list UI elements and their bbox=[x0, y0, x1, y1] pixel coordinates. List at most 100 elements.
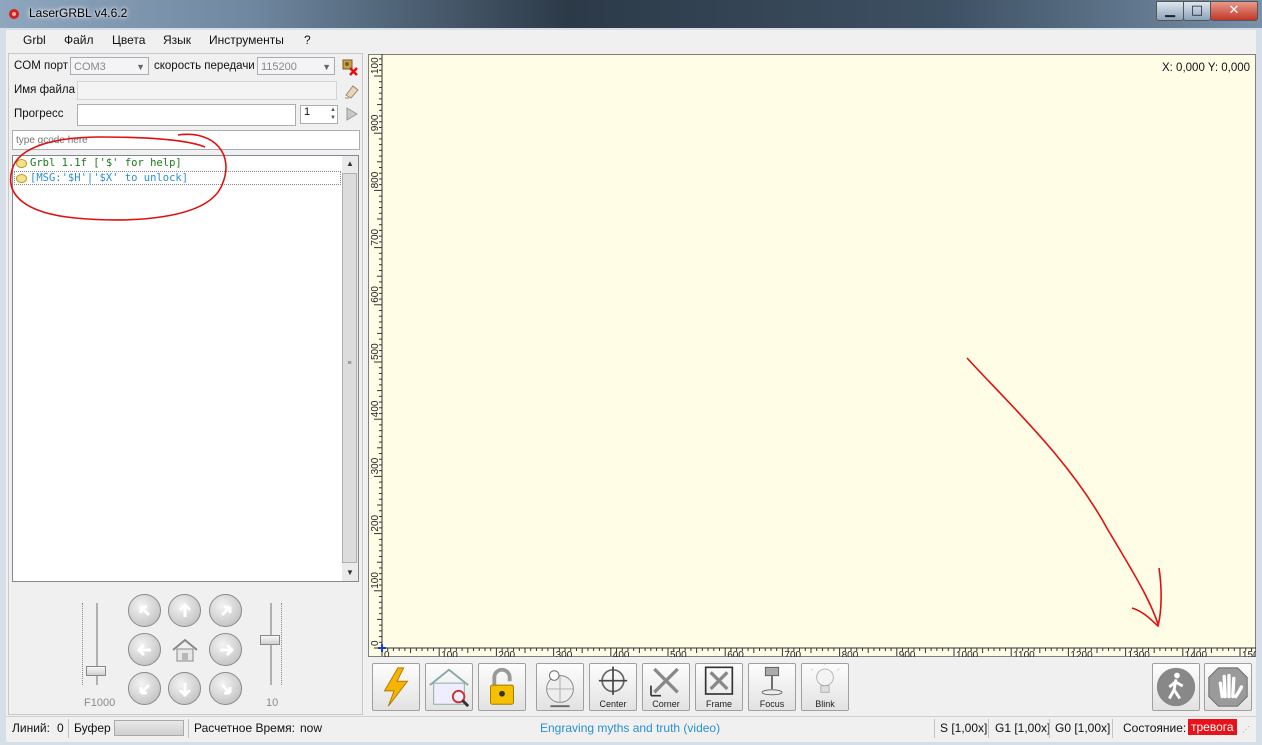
status-separator bbox=[188, 719, 189, 738]
maximize-button[interactable]: □ bbox=[1183, 1, 1211, 21]
jog-home-button[interactable] bbox=[168, 633, 201, 666]
stop-hand-icon bbox=[1208, 667, 1248, 707]
estimated-time-label: Расчетное Время: bbox=[194, 721, 295, 735]
lightning-icon bbox=[383, 667, 409, 707]
disconnect-icon[interactable] bbox=[340, 57, 360, 77]
console-log[interactable] bbox=[12, 155, 359, 582]
padlock-icon bbox=[490, 667, 514, 705]
estimated-time-value: now bbox=[300, 721, 323, 735]
status-separator bbox=[934, 719, 935, 738]
blink-button[interactable]: Blink bbox=[801, 663, 849, 711]
center-button[interactable]: Center bbox=[589, 663, 637, 711]
walk-button[interactable] bbox=[1152, 663, 1200, 711]
title-bar[interactable] bbox=[0, 0, 1262, 28]
frame-icon bbox=[704, 666, 734, 695]
walking-person-icon bbox=[1156, 667, 1196, 707]
g1-override[interactable]: G1 [1,00x] bbox=[995, 721, 1050, 735]
arrow-down-icon bbox=[178, 682, 191, 697]
file-name-field[interactable] bbox=[77, 81, 337, 100]
frame-button[interactable]: Frame bbox=[695, 663, 743, 711]
baud-rate-select[interactable]: 115200 ▼ bbox=[257, 57, 335, 75]
y-tick-label: 0 bbox=[370, 640, 381, 646]
lightbulb-icon bbox=[810, 664, 840, 693]
passes-value: 1 bbox=[304, 106, 311, 118]
feed-slider-thumb[interactable] bbox=[86, 666, 106, 677]
progress-label: Прогресс bbox=[14, 108, 64, 120]
x-tick-label: 1400 bbox=[1185, 650, 1208, 657]
lines-label: Линий: bbox=[12, 721, 50, 735]
minimize-button[interactable]: ▁ bbox=[1156, 1, 1184, 21]
x-tick-label: 800 bbox=[842, 650, 859, 657]
jog-up-left-button[interactable] bbox=[128, 594, 161, 627]
x-tick-label: 0 bbox=[384, 650, 390, 657]
run-play-icon[interactable] bbox=[344, 106, 360, 122]
y-tick-label: 700 bbox=[370, 228, 381, 245]
menu-colors[interactable]: Цвета bbox=[110, 33, 147, 47]
arrow-left-icon bbox=[136, 643, 151, 656]
homing-button[interactable] bbox=[425, 663, 473, 711]
s-override[interactable]: S [1,00x] bbox=[940, 721, 987, 735]
jog-down-left-button[interactable] bbox=[128, 672, 161, 705]
scroll-up-icon[interactable]: ▲ bbox=[342, 156, 358, 172]
passes-stepper[interactable]: 1 ▲ ▼ bbox=[300, 105, 338, 124]
status-separator bbox=[988, 719, 989, 738]
x-tick-label: 1000 bbox=[956, 650, 979, 657]
engraving-video-link[interactable]: Engraving myths and truth (video) bbox=[540, 721, 720, 735]
stepper-arrows-icon[interactable]: ▲ ▼ bbox=[330, 106, 336, 122]
globe-pin-icon bbox=[546, 670, 574, 708]
x-tick-label: 150 bbox=[1242, 650, 1256, 657]
menu-bar bbox=[6, 30, 1256, 52]
menu-file[interactable]: Файл bbox=[62, 33, 96, 47]
focus-icon bbox=[761, 666, 783, 696]
arrow-right-icon bbox=[219, 643, 234, 656]
abort-button[interactable] bbox=[1204, 663, 1252, 711]
y-tick-label: 500 bbox=[370, 343, 381, 360]
open-file-icon[interactable] bbox=[343, 82, 361, 100]
jog-left-button[interactable] bbox=[128, 633, 161, 666]
y-tick-label: 100 bbox=[370, 57, 381, 74]
menu-language[interactable]: Язык bbox=[161, 33, 193, 47]
focus-button[interactable]: Focus bbox=[748, 663, 796, 711]
jog-down-button[interactable] bbox=[168, 672, 201, 705]
progress-bar bbox=[77, 104, 296, 126]
connect-button[interactable] bbox=[372, 663, 420, 711]
message-icon bbox=[16, 159, 27, 168]
menu-tools[interactable]: Инструменты bbox=[207, 33, 286, 47]
chevron-down-icon: ▼ bbox=[322, 62, 331, 72]
go-to-origin-button[interactable] bbox=[536, 663, 584, 711]
baud-rate-value: 115200 bbox=[261, 61, 297, 73]
gcode-input[interactable] bbox=[12, 130, 360, 150]
state-label: Состояние: bbox=[1123, 721, 1187, 735]
jog-down-right-button[interactable] bbox=[209, 672, 242, 705]
baud-rate-label: скорость передачи bbox=[154, 60, 255, 72]
laser-app-icon bbox=[9, 9, 19, 19]
g0-override[interactable]: G0 [1,00x] bbox=[1055, 721, 1110, 735]
buffer-label: Буфер bbox=[74, 721, 111, 735]
window-title: LaserGRBL v4.6.2 bbox=[29, 6, 128, 20]
resize-grip-icon[interactable]: ⋰ bbox=[1242, 726, 1254, 740]
x-tick-label: 200 bbox=[498, 650, 515, 657]
step-slider-thumb[interactable] bbox=[260, 635, 280, 646]
x-tick-label: 100 bbox=[441, 650, 458, 657]
close-button[interactable]: ✕ bbox=[1210, 1, 1258, 21]
x-tick-label: 1300 bbox=[1128, 650, 1151, 657]
x-tick-label: 600 bbox=[727, 650, 744, 657]
y-tick-label: 800 bbox=[370, 171, 381, 188]
corner-button[interactable]: Corner bbox=[642, 663, 690, 711]
jog-up-button[interactable] bbox=[168, 594, 201, 627]
jog-up-right-button[interactable] bbox=[209, 594, 242, 627]
file-name-label: Имя файла bbox=[14, 84, 75, 96]
com-port-select[interactable]: COM3 ▼ bbox=[70, 57, 149, 75]
scroll-down-icon[interactable]: ▼ bbox=[342, 565, 358, 581]
unlock-button[interactable] bbox=[478, 663, 526, 711]
state-badge: тревога bbox=[1188, 719, 1237, 735]
y-tick-label: 100 bbox=[370, 572, 381, 589]
menu-help[interactable]: ? bbox=[302, 33, 313, 47]
status-separator bbox=[68, 719, 69, 738]
jog-right-button[interactable] bbox=[209, 633, 242, 666]
y-tick-label: 300 bbox=[370, 457, 381, 474]
y-tick-label: 200 bbox=[370, 514, 381, 531]
x-tick-label: 1200 bbox=[1070, 650, 1093, 657]
menu-grbl[interactable]: Grbl bbox=[21, 33, 48, 47]
y-tick-label: 400 bbox=[370, 400, 381, 417]
